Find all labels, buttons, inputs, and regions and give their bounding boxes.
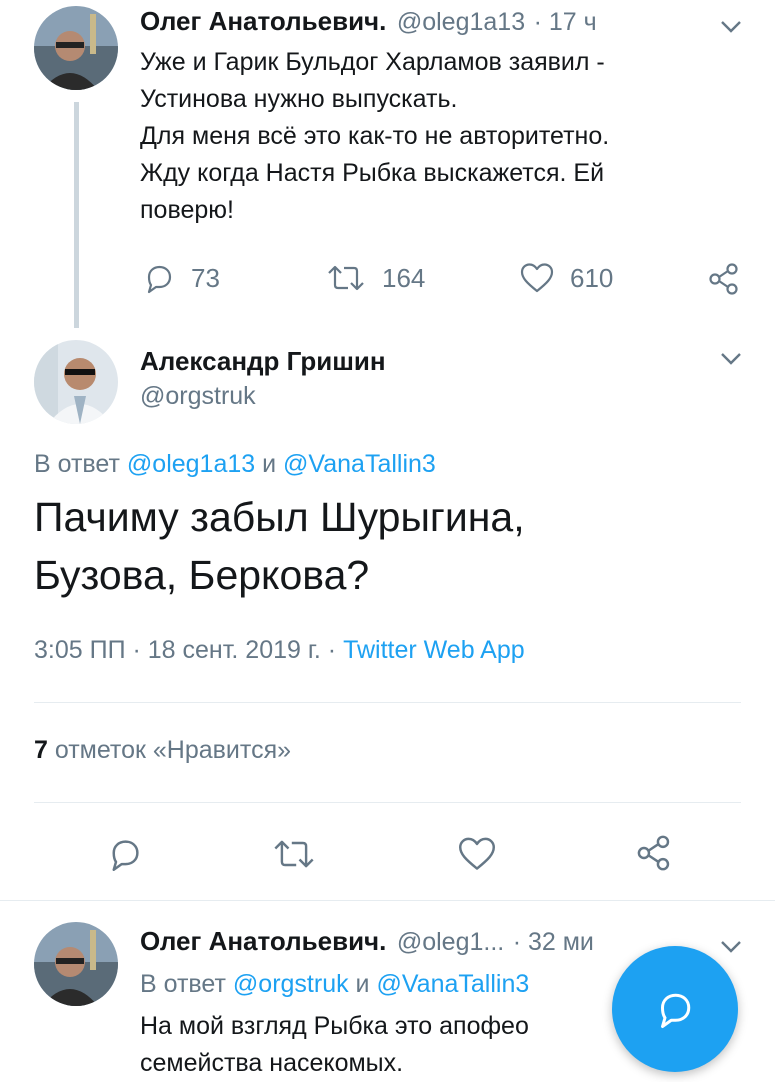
author-handle[interactable]: @orgstruk [140, 382, 256, 411]
section-divider [0, 900, 775, 901]
likes-label: отметок «Нравится» [54, 736, 292, 764]
share-button[interactable] [708, 262, 740, 296]
divider [34, 802, 741, 803]
like-count: 610 [570, 262, 614, 293]
compose-icon [661, 993, 691, 1028]
reply-and: и [355, 970, 370, 998]
tweet-text: Пачиму забыл Шурыгина, Бузова, Беркова? [34, 488, 525, 604]
like-icon [520, 263, 554, 293]
reply-button[interactable]: 73 [143, 262, 220, 294]
tweet-timestamp: 3:05 ПП · 18 сент. 2019 г. · [34, 636, 337, 664]
mention-link[interactable]: @orgstruk [233, 970, 349, 998]
compose-button[interactable] [612, 946, 738, 1072]
chevron-down-icon[interactable] [720, 940, 742, 954]
reply-count: 73 [191, 262, 220, 293]
tweet-text-line: Устинова нужно выпускать. [140, 85, 458, 113]
share-icon [637, 835, 670, 871]
tweet-header: Олег Анатольевич. @oleg1... · 32 ми [140, 926, 594, 957]
avatar[interactable] [34, 340, 118, 424]
tweet-text-line: Жду когда Настя Рыбка выскажется. Ей [140, 159, 605, 187]
retweet-button[interactable] [272, 836, 316, 872]
likes-summary[interactable]: 7 отметок «Нравится» [34, 736, 291, 765]
like-button[interactable]: 610 [520, 262, 613, 294]
tweet-time[interactable]: · 17 ч [534, 8, 597, 36]
author-name[interactable]: Олег Анатольевич. [140, 6, 386, 36]
reply-icon [147, 265, 172, 294]
retweet-icon [274, 840, 314, 868]
tweet-text-line: На мой взгляд Рыбка это апофео [140, 1012, 529, 1040]
reply-prefix: В ответ [34, 450, 120, 478]
author-name[interactable]: Александр Гришин [140, 346, 386, 377]
tweet-text: На мой взгляд Рыбка это апофео семейства… [140, 1008, 529, 1082]
tweet-time[interactable]: · 32 ми [513, 928, 594, 956]
mention-link[interactable]: @VanaTallin3 [376, 970, 529, 998]
reply-and: и [262, 450, 277, 478]
retweet-button[interactable]: 164 [326, 262, 425, 294]
reply-context: В ответ @orgstruk и @VanaTallin3 [140, 970, 529, 999]
chevron-down-icon[interactable] [720, 352, 742, 366]
reply-icon [112, 840, 139, 871]
tweet-text-line: Для меня всё это как-то не авторитетно. [140, 122, 610, 150]
tweet-source-link[interactable]: Twitter Web App [343, 636, 525, 664]
avatar[interactable] [34, 922, 118, 1006]
reply-prefix: В ответ [140, 970, 226, 998]
like-button[interactable] [458, 836, 496, 872]
likes-count: 7 [34, 736, 48, 764]
author-handle[interactable]: @oleg1... [397, 928, 504, 956]
tweet-text: Уже и Гарик Бульдог Харламов заявил - Ус… [140, 44, 740, 229]
reply-button[interactable] [107, 836, 143, 872]
share-button[interactable] [636, 834, 672, 872]
mention-link[interactable]: @oleg1a13 [127, 450, 255, 478]
author-name[interactable]: Олег Анатольевич. [140, 926, 386, 956]
tweet-text-line: Бузова, Беркова? [34, 552, 370, 598]
avatar[interactable] [34, 6, 118, 90]
reply-context: В ответ @oleg1a13 и @VanaTallin3 [34, 450, 436, 479]
like-icon [459, 837, 495, 870]
tweet-text-line: семейства насекомых. [140, 1049, 404, 1077]
tweet-header: Олег Анатольевич. @oleg1a13 · 17 ч [140, 6, 597, 37]
author-handle[interactable]: @oleg1a13 [397, 8, 525, 36]
mention-link[interactable]: @VanaTallin3 [283, 450, 436, 478]
share-icon [709, 263, 738, 295]
retweet-count: 164 [382, 262, 426, 293]
divider [34, 702, 741, 703]
tweet-text-line: Пачиму забыл Шурыгина, [34, 494, 525, 540]
tweet-text-line: Уже и Гарик Бульдог Харламов заявил - [140, 48, 605, 76]
chevron-down-icon[interactable] [720, 20, 742, 34]
retweet-icon [328, 265, 364, 291]
tweet-text-line: поверю! [140, 196, 234, 224]
tweet-meta: 3:05 ПП · 18 сент. 2019 г. · Twitter Web… [34, 636, 525, 665]
thread-line [74, 102, 79, 328]
